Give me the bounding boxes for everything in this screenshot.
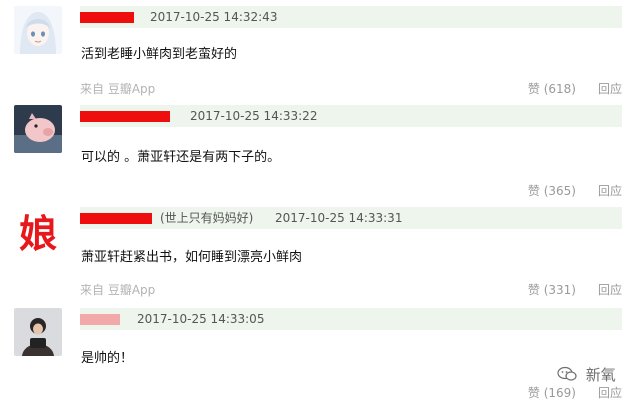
like-button[interactable]: 赞 (365) (528, 182, 576, 200)
reply-button[interactable]: 回应 (598, 80, 622, 98)
avatar[interactable]: 娘 (14, 207, 62, 255)
like-button[interactable]: 赞 (618) (528, 80, 576, 98)
avatar[interactable] (14, 6, 62, 54)
user-signature: (世上只有妈妈好) (160, 211, 254, 225)
comment-meta: 2017-10-25 14:32:43 (80, 6, 622, 28)
comment-time: 2017-10-25 14:33:31 (275, 211, 403, 225)
comment-time: 2017-10-25 14:33:05 (137, 312, 265, 326)
like-button[interactable]: 赞 (331) (528, 281, 576, 299)
pig-photo-avatar-icon (14, 105, 62, 153)
comment-meta: (世上只有妈妈好) 2017-10-25 14:33:31 (80, 207, 622, 229)
comment-footer: 赞 (365) 回应 (80, 182, 622, 200)
watermark-text: 新氧 (585, 366, 616, 384)
comment-footer: 赞 (169) 回应 (80, 384, 622, 402)
comment-footer: 来自 豆瓣App 赞 (331) 回应 (80, 281, 622, 299)
username-redacted[interactable] (80, 314, 120, 325)
like-button[interactable]: 赞 (169) (528, 384, 576, 402)
username-redacted[interactable] (80, 111, 170, 122)
avatar[interactable] (14, 308, 62, 356)
wechat-icon (557, 366, 577, 386)
comment-text: 是帅的！ (81, 351, 134, 366)
username-redacted[interactable] (80, 12, 134, 23)
comment-footer: 来自 豆瓣App 赞 (618) 回应 (80, 80, 622, 98)
comment-meta: 2017-10-25 14:33:05 (80, 308, 622, 330)
comment-source: 来自 豆瓣App (80, 82, 156, 96)
person-photo-avatar-icon (14, 308, 62, 356)
comment-text: 可以的 。萧亚轩还是有两下子的。 (81, 150, 281, 165)
niang-character-avatar-icon: 娘 (14, 207, 62, 255)
comment-time: 2017-10-25 14:32:43 (150, 10, 278, 24)
reply-button[interactable]: 回应 (598, 281, 622, 299)
comment-meta: 2017-10-25 14:33:22 (80, 105, 622, 127)
comment-text: 活到老睡小鲜肉到老蛮好的 (81, 47, 238, 62)
comment-text: 萧亚轩赶紧出书，如何睡到漂亮小鲜肉 (81, 250, 303, 265)
svg-text:娘: 娘 (19, 212, 57, 255)
anime-girl-avatar-icon (14, 6, 62, 54)
comment-source: 来自 豆瓣App (80, 283, 156, 297)
comment-time: 2017-10-25 14:33:22 (190, 109, 318, 123)
reply-button[interactable]: 回应 (598, 182, 622, 200)
username-redacted[interactable] (80, 213, 152, 224)
watermark: 新氧 (557, 364, 616, 386)
avatar[interactable] (14, 105, 62, 153)
reply-button[interactable]: 回应 (598, 384, 622, 402)
